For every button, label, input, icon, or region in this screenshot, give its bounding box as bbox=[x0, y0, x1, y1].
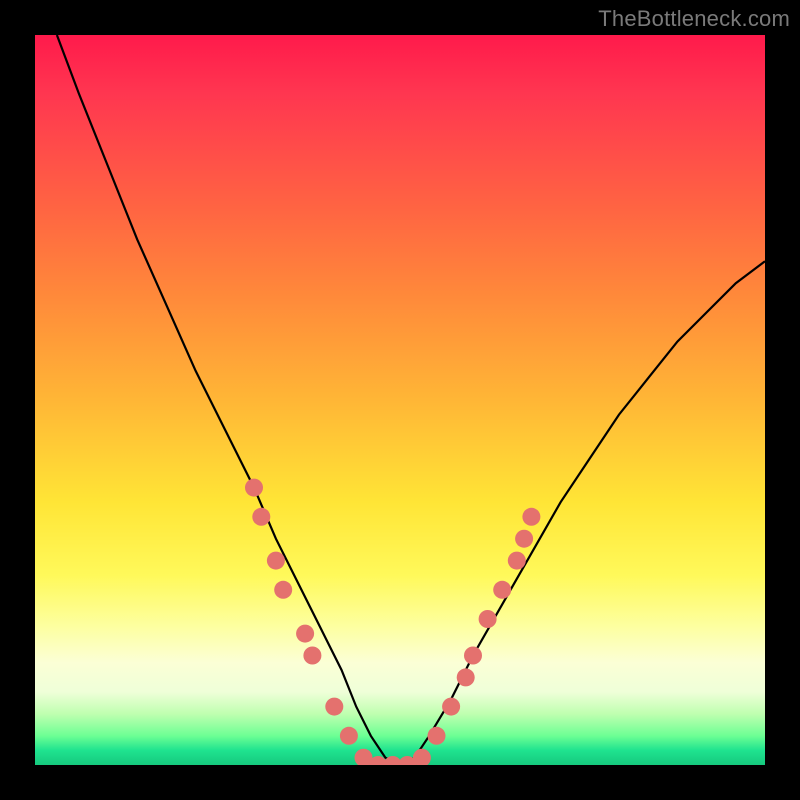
highlight-dots bbox=[245, 479, 540, 765]
marker-dot bbox=[457, 668, 475, 686]
bottleneck-curve bbox=[57, 35, 765, 765]
marker-dot bbox=[340, 727, 358, 745]
marker-dot bbox=[245, 479, 263, 497]
marker-dot bbox=[442, 698, 460, 716]
marker-dot bbox=[522, 508, 540, 526]
marker-dot bbox=[252, 508, 270, 526]
curve-layer bbox=[35, 35, 765, 765]
marker-dot bbox=[274, 581, 292, 599]
marker-dot bbox=[296, 625, 314, 643]
marker-dot bbox=[515, 530, 533, 548]
marker-dot bbox=[267, 552, 285, 570]
chart-frame: TheBottleneck.com bbox=[0, 0, 800, 800]
plot-area bbox=[35, 35, 765, 765]
marker-dot bbox=[464, 647, 482, 665]
watermark-text: TheBottleneck.com bbox=[598, 6, 790, 32]
marker-dot bbox=[493, 581, 511, 599]
marker-dot bbox=[508, 552, 526, 570]
marker-dot bbox=[413, 749, 431, 765]
marker-dot bbox=[325, 698, 343, 716]
marker-dot bbox=[479, 610, 497, 628]
marker-dot bbox=[428, 727, 446, 745]
marker-dot bbox=[303, 647, 321, 665]
